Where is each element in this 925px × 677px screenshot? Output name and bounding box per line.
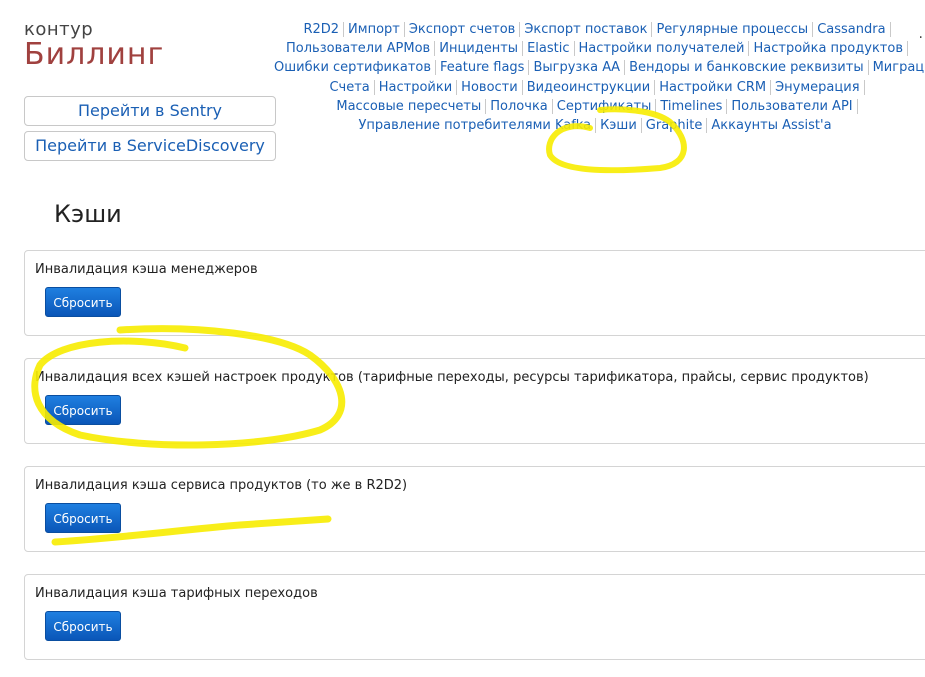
- corner-mark: .: [918, 26, 923, 42]
- nav-link-news[interactable]: Новости: [457, 79, 523, 95]
- cache-panel-product-service: Инвалидация кэша сервиса продуктов (то ж…: [24, 466, 925, 552]
- nav-link-kafka-consumers[interactable]: Управление потребителями Kafka: [354, 118, 597, 134]
- cache-panel-managers: Инвалидация кэша менеджеров Сбросить: [24, 250, 925, 336]
- reset-button[interactable]: Сбросить: [45, 611, 121, 641]
- panel-label: Инвалидация всех кэшей настроек продукто…: [35, 370, 869, 385]
- nav-link-aa-export[interactable]: Выгрузка АА: [529, 60, 626, 76]
- nav-link-regular-processes[interactable]: Регулярные процессы: [652, 22, 814, 37]
- nav-row: Массовые пересчеты Полочка Сертификаты Time…: [270, 97, 920, 116]
- nav-link-feature-flags[interactable]: Feature flags: [436, 60, 530, 76]
- reset-button[interactable]: Сбросить: [45, 503, 121, 533]
- cache-panel-tariff-transitions: Инвалидация кэша тарифных переходов Сбро…: [24, 574, 925, 660]
- nav-link-migration[interactable]: Миграция: [868, 60, 925, 76]
- nav-link-recipient-settings[interactable]: Настройки получателей: [574, 41, 750, 57]
- nav-link-import[interactable]: Импорт: [344, 22, 405, 37]
- nav-link-settings[interactable]: Настройки: [374, 79, 458, 95]
- nav-link-vendors-bank-details[interactable]: Вендоры и банковские реквизиты: [625, 60, 869, 76]
- nav-link-graphite[interactable]: Graphite: [641, 118, 708, 134]
- nav-link-arm-users[interactable]: Пользователи АРМов: [282, 41, 436, 57]
- logo: контур Биллинг: [24, 20, 164, 70]
- reset-button[interactable]: Сбросить: [45, 395, 121, 425]
- nav-link-r2d2[interactable]: R2D2: [299, 22, 345, 37]
- nav-link-shelf[interactable]: Полочка: [486, 98, 553, 114]
- nav-link-crm-settings[interactable]: Настройки CRM: [655, 79, 772, 95]
- logo-main-text: Биллинг: [24, 37, 165, 72]
- go-to-service-discovery-button[interactable]: Перейти в ServiceDiscovery: [24, 131, 276, 161]
- nav-link-assist-accounts[interactable]: Аккаунты Assist'a: [707, 118, 835, 133]
- nav-link-mass-recalculations[interactable]: Массовые пересчеты: [332, 98, 487, 114]
- nav-link-timelines[interactable]: Timelines: [656, 98, 728, 114]
- nav-link-product-settings[interactable]: Настройка продуктов: [749, 41, 908, 57]
- go-to-sentry-button[interactable]: Перейти в Sentry: [24, 96, 276, 126]
- nav-link-enumeration[interactable]: Энумерация: [771, 79, 865, 95]
- nav-link-video-instructions[interactable]: Видеоинструкции: [522, 79, 656, 95]
- nav-link-export-invoices[interactable]: Экспорт счетов: [404, 22, 521, 37]
- reset-button[interactable]: Сбросить: [45, 287, 121, 317]
- nav-link-cassandra[interactable]: Cassandra: [813, 22, 891, 37]
- nav-link-elastic[interactable]: Elastic: [523, 41, 575, 57]
- nav-row: Пользователи АРМов Инциденты Elastic Настро…: [270, 39, 920, 58]
- page-title: Кэши: [54, 200, 122, 228]
- top-navigation: R2D2 Импорт Экспорт счетов Экспорт поставок…: [270, 20, 925, 135]
- nav-link-certificate-errors[interactable]: Ошибки сертификатов: [270, 60, 437, 76]
- nav-row: Управление потребителями Kafka Кэши Graphi…: [270, 116, 920, 135]
- panel-label: Инвалидация кэша сервиса продуктов (то ж…: [35, 478, 408, 493]
- nav-link-caches[interactable]: Кэши: [596, 118, 642, 134]
- nav-link-api-users[interactable]: Пользователи API: [727, 98, 858, 114]
- panel-label: Инвалидация кэша менеджеров: [35, 262, 258, 277]
- nav-row: Ошибки сертификатов Feature flags Выгрузка…: [270, 58, 925, 77]
- nav-link-incidents[interactable]: Инциденты: [435, 41, 524, 57]
- nav-row: Счета Настройки Новости Видеоинструкции Наст…: [270, 78, 920, 97]
- nav-link-certificates[interactable]: Сертификаты: [552, 98, 657, 114]
- nav-link-invoices[interactable]: Счета: [325, 79, 375, 95]
- nav-link-export-deliveries[interactable]: Экспорт поставок: [520, 22, 653, 37]
- panel-label: Инвалидация кэша тарифных переходов: [35, 586, 318, 601]
- nav-row: R2D2 Импорт Экспорт счетов Экспорт поставок…: [270, 20, 920, 39]
- cache-panel-product-settings: Инвалидация всех кэшей настроек продукто…: [24, 358, 925, 444]
